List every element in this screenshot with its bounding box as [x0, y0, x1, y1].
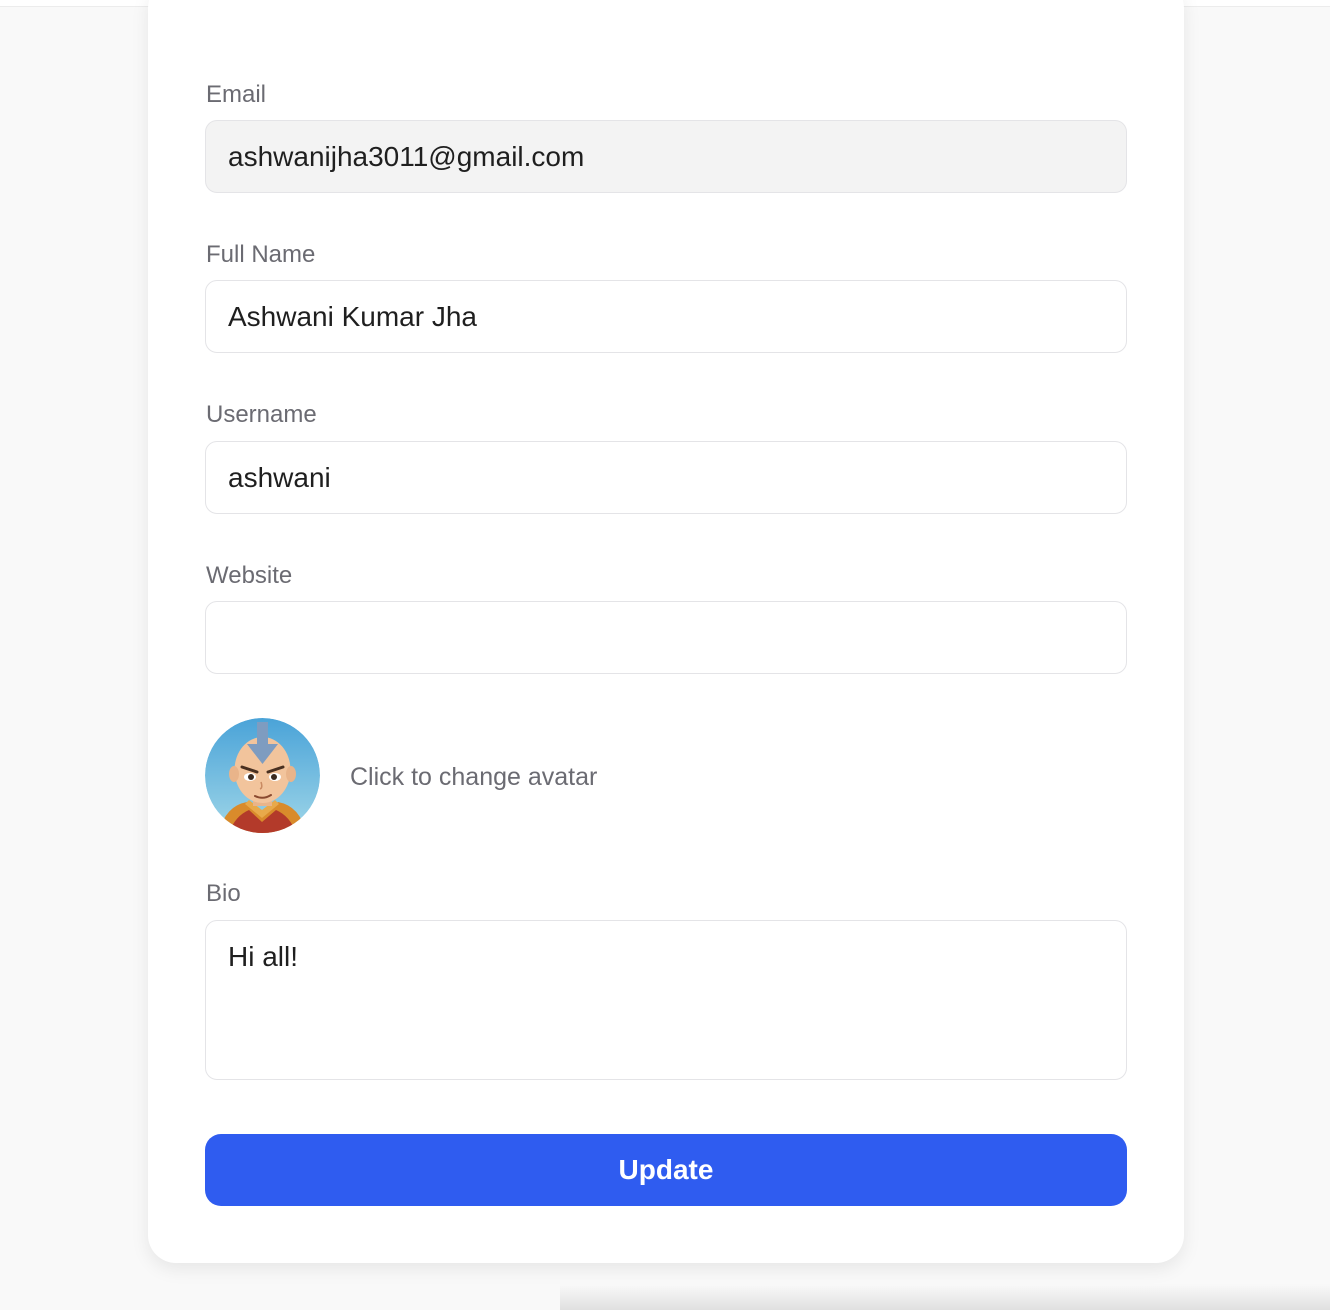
- window-shadow: [560, 1284, 1330, 1310]
- change-avatar-link[interactable]: Click to change avatar: [350, 761, 597, 793]
- email-label: Email: [206, 81, 267, 108]
- full-name-field[interactable]: [205, 280, 1127, 353]
- update-button[interactable]: Update: [205, 1134, 1127, 1206]
- full-name-label: Full Name: [206, 241, 316, 268]
- website-field[interactable]: [205, 601, 1127, 674]
- avatar-icon: [205, 718, 320, 833]
- username-field[interactable]: [205, 441, 1127, 514]
- bio-field[interactable]: Hi all!: [205, 920, 1127, 1080]
- email-field[interactable]: [205, 120, 1127, 193]
- username-label: Username: [206, 401, 317, 428]
- bio-label: Bio: [206, 880, 241, 907]
- website-label: Website: [206, 562, 293, 589]
- avatar-image[interactable]: [205, 718, 320, 833]
